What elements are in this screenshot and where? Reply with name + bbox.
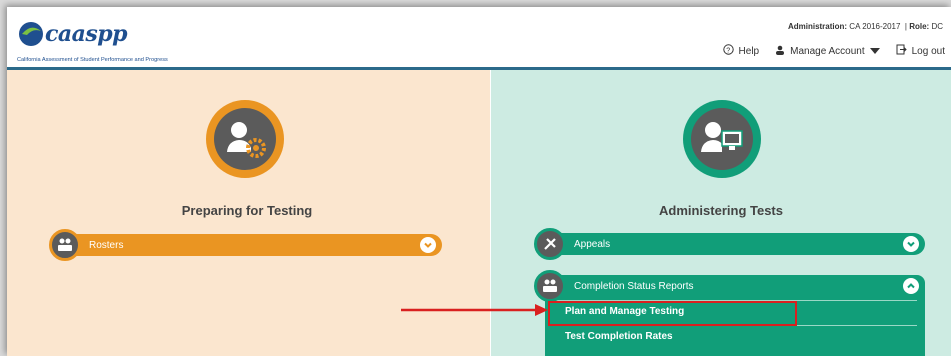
logout-link[interactable]: Log out [896, 44, 945, 58]
manage-account-menu[interactable]: Manage Account [775, 45, 880, 58]
completion-status-reports-bar[interactable]: Completion Status Reports [534, 270, 925, 302]
administration-info: Administration: CA 2016-2017 | Role: DC [787, 22, 943, 31]
manage-account-label: Manage Account [790, 45, 865, 57]
svg-text:?: ? [726, 47, 730, 54]
completion-status-reports-label: Completion Status Reports [574, 280, 694, 292]
admin-value: CA 2016-2017 [849, 22, 901, 31]
admin-label: Administration: [787, 22, 848, 31]
header: caaspp California Assessment of Student … [7, 7, 951, 67]
highlight-box [548, 301, 797, 326]
test-completion-rates-link[interactable]: Test Completion Rates [565, 331, 673, 342]
chevron-down-icon[interactable] [420, 237, 436, 253]
administering-circle[interactable] [683, 100, 761, 178]
chevron-up-icon[interactable] [903, 278, 919, 294]
preparing-circle[interactable] [206, 100, 284, 178]
logout-icon [896, 44, 907, 58]
logout-label: Log out [911, 45, 945, 57]
appeals-label: Appeals [574, 238, 611, 250]
administering-title: Administering Tests [658, 203, 783, 218]
rosters-label: Rosters [89, 239, 124, 251]
help-icon: ? [722, 44, 734, 58]
role-label: Role: [909, 22, 930, 31]
roster-icon [49, 229, 81, 261]
logo-wordmark: caaspp [45, 21, 128, 47]
app-window: caaspp California Assessment of Student … [7, 7, 951, 356]
reports-icon [534, 270, 566, 302]
top-nav: ? Help Manage Account Log out [722, 44, 945, 58]
preparing-title: Preparing for Testing [181, 203, 313, 218]
logo-subtitle: California Assessment of Student Perform… [17, 57, 168, 63]
help-link[interactable]: ? Help [722, 44, 760, 58]
role-value: DC [931, 22, 943, 31]
user-monitor-icon [691, 108, 753, 170]
caret-down-icon [869, 48, 880, 54]
logo-mark-icon [19, 22, 43, 46]
red-arrow-icon [401, 304, 548, 316]
chevron-down-icon[interactable] [903, 236, 919, 252]
appeals-bar[interactable]: Appeals [534, 228, 925, 260]
help-label: Help [738, 45, 760, 57]
user-gear-icon [214, 108, 276, 170]
rosters-bar[interactable]: Rosters [49, 229, 442, 261]
appeals-icon [534, 228, 566, 260]
user-icon [775, 45, 785, 58]
